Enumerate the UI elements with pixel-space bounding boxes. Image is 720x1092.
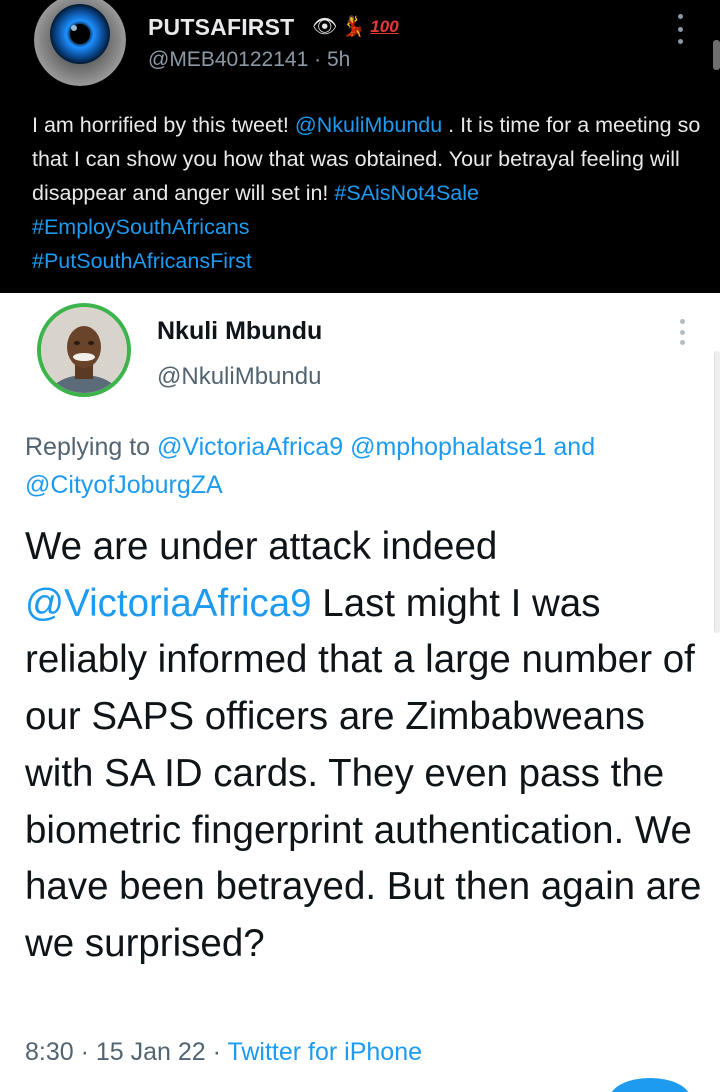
replying-prefix: Replying to: [25, 433, 158, 461]
handle-separator: ·: [314, 48, 322, 71]
reply-and: and: [546, 433, 596, 461]
mention-link[interactable]: @NkuliMbundu: [295, 113, 442, 137]
tweet-text-part1: I am horrified by this tweet!: [32, 113, 295, 137]
compose-button-partial: [610, 1078, 690, 1092]
hashtag-link[interactable]: #SAisNot4Sale: [334, 181, 479, 205]
profile-photo: [41, 307, 127, 393]
quoted-tweet-image[interactable]: Nkuli Mbundu @NkuliMbundu Replying to @V…: [0, 293, 720, 1092]
quoted-avatar: [37, 303, 131, 397]
dancer-emoji: 💃: [341, 16, 367, 38]
hashtag-link[interactable]: #PutSouthAfricansFirst: [32, 249, 252, 273]
replying-to: Replying to @VictoriaAfrica9 @mphophalat…: [25, 428, 705, 504]
quoted-date: 15 Jan 22: [95, 1038, 206, 1066]
eye-emoji: 👁: [312, 16, 338, 38]
quoted-tweet-meta: 8:30 · 15 Jan 22 · Twitter for iPhone: [25, 1038, 422, 1067]
reply-mention: @CityofJoburgZA: [25, 471, 223, 499]
meta-separator: ·: [73, 1038, 96, 1066]
quoted-tweet-body: We are under attack indeed @VictoriaAfri…: [25, 519, 715, 973]
outer-handle-row: @MEB40122141 · 5h: [148, 48, 350, 72]
eye-avatar-image: [34, 0, 126, 86]
reply-mention: @VictoriaAfrica9: [157, 433, 344, 461]
meta-separator: ·: [205, 1038, 228, 1066]
quoted-handle: @NkuliMbundu: [157, 363, 322, 390]
display-name-emojis: 👁 💃 100: [312, 14, 399, 39]
quoted-time: 8:30: [25, 1038, 74, 1066]
quoted-body-part2: Last might I was reliably informed that …: [25, 581, 702, 965]
tweet-source: Twitter for iPhone: [227, 1038, 423, 1066]
scrollbar[interactable]: [713, 40, 720, 70]
tweet-time[interactable]: 5h: [327, 48, 350, 71]
outer-avatar[interactable]: [34, 0, 126, 86]
hundred-emoji: 100: [370, 16, 399, 36]
outer-tweet-text: I am horrified by this tweet! @NkuliMbun…: [32, 108, 702, 278]
quoted-body-mention: @VictoriaAfrica9: [25, 581, 312, 625]
hashtag-link[interactable]: #EmploySouthAfricans: [32, 215, 250, 239]
more-options-icon: [676, 319, 688, 345]
more-options-icon[interactable]: [672, 14, 688, 44]
quoted-body-part1: We are under attack indeed: [25, 525, 498, 568]
outer-handle[interactable]: @MEB40122141: [148, 48, 308, 71]
quoted-display-name: Nkuli Mbundu: [157, 317, 323, 345]
outer-tweet: PUTSAFIRST 👁 💃 100 @MEB40122141 · 5h I a…: [0, 0, 720, 293]
screenshot-root: PUTSAFIRST 👁 💃 100 @MEB40122141 · 5h I a…: [0, 0, 720, 1092]
reply-mention: @mphophalatse1: [350, 433, 547, 461]
outer-display-name[interactable]: PUTSAFIRST: [148, 14, 294, 41]
